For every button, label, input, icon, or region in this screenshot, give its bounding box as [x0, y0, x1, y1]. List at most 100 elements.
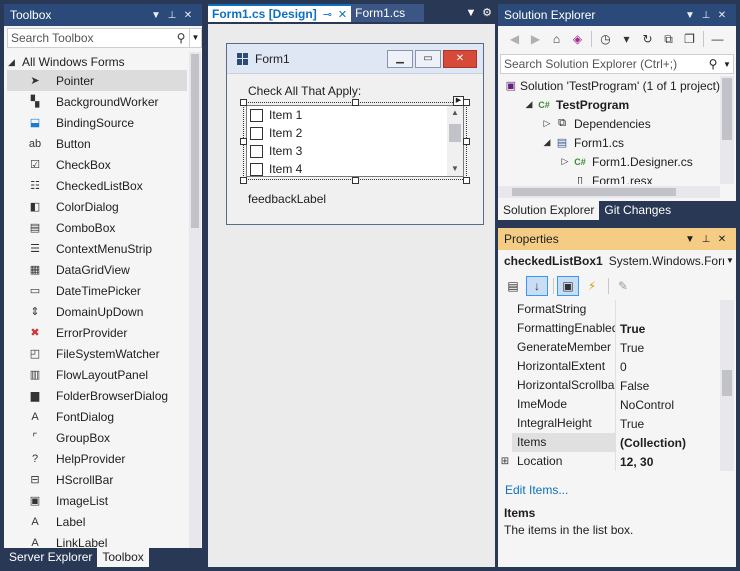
pin-icon[interactable]: ⊥ — [164, 10, 180, 21]
toolbox-item-imagelist[interactable]: ▣ ImageList — [7, 490, 187, 511]
resize-handle[interactable] — [352, 99, 359, 106]
toolbox-item-pointer[interactable]: ➤ Pointer — [7, 70, 187, 91]
resize-handle[interactable] — [240, 99, 247, 106]
pending-changes-icon[interactable]: ◷ — [595, 32, 616, 46]
resize-handle[interactable] — [463, 99, 470, 106]
properties-icon[interactable]: — — [707, 32, 728, 46]
tree-item[interactable]: ▷ ⧉ Dependencies — [498, 114, 720, 133]
form1-window[interactable]: Form1 ▁ ▭ ✕ Check All That Apply: Item 1… — [226, 43, 484, 225]
property-value[interactable]: 0 — [616, 360, 720, 374]
close-icon[interactable]: ✕ — [714, 234, 730, 245]
toolbox-item-datetimepicker[interactable]: ▭ DateTimePicker — [7, 280, 187, 301]
tree-item[interactable]: ▯ Form1.resx — [498, 171, 720, 185]
chevron-down-icon[interactable]: ▼ — [189, 29, 201, 47]
toolbox-item-fontdialog[interactable]: A FontDialog — [7, 406, 187, 427]
property-pages-icon[interactable]: ✎ — [612, 276, 634, 296]
pin-icon[interactable]: ⊥ — [698, 10, 714, 21]
expand-arrow-icon[interactable]: ◢ — [540, 137, 554, 148]
toolbox-item-helpprovider[interactable]: ? HelpProvider — [7, 448, 187, 469]
toolbox-item-domainupdown[interactable]: ⇕ DomainUpDown — [7, 301, 187, 322]
toolbox-item-checkbox[interactable]: ☑ CheckBox — [7, 154, 187, 175]
tree-item[interactable]: ◢ ▤ Form1.cs — [498, 133, 720, 152]
minimize-icon[interactable]: ▁ — [387, 49, 413, 68]
chevron-down-icon[interactable]: ▼ — [721, 60, 733, 69]
property-row[interactable]: Items (Collection) — [498, 433, 720, 452]
resize-handle[interactable] — [240, 138, 247, 145]
pin-icon[interactable]: ⊥ — [698, 234, 714, 245]
dropdown-icon[interactable]: ▼ — [682, 10, 698, 21]
property-row[interactable]: IntegralHeight True — [498, 414, 720, 433]
toolbox-item-contextmenustrip[interactable]: ☰ ContextMenuStrip — [7, 238, 187, 259]
chevron-down-icon[interactable]: ▾ — [616, 32, 637, 46]
scrollbar-thumb[interactable] — [512, 188, 676, 196]
toolbox-item-folderbrowserdialog[interactable]: ▆ FolderBrowserDialog — [7, 385, 187, 406]
expand-arrow-icon[interactable]: ◢ — [522, 99, 536, 110]
check-all-label[interactable]: Check All That Apply: — [248, 84, 361, 98]
tree-item[interactable]: ▣ Solution 'TestProgram' (1 of 1 project) — [498, 76, 720, 95]
solution-scrollbar-vertical[interactable] — [720, 76, 734, 184]
tab-server-explorer[interactable]: Server Explorer — [4, 548, 97, 567]
property-row[interactable]: HorizontalExtent 0 — [498, 357, 720, 376]
tab-form1-design[interactable]: Form1.cs [Design] ⊸ ✕ — [208, 4, 352, 22]
property-row[interactable]: FormatString — [498, 300, 720, 319]
toolbox-item-backgroundworker[interactable]: ▚ BackgroundWorker — [7, 91, 187, 112]
gear-icon[interactable]: ⚙ — [479, 4, 495, 22]
property-row[interactable]: ⊞ Location 12, 30 — [498, 452, 720, 471]
search-icon[interactable]: ⚲ — [173, 31, 189, 45]
back-icon[interactable]: ◀ — [504, 32, 525, 46]
expand-arrow-icon[interactable]: ▷ — [540, 118, 554, 129]
toolbox-item-datagridview[interactable]: ▦ DataGridView — [7, 259, 187, 280]
property-value[interactable]: (Collection) — [616, 436, 720, 450]
property-value[interactable]: True — [616, 322, 720, 336]
alphabetical-icon[interactable]: ↓ — [526, 276, 548, 296]
scrollbar-thumb[interactable] — [722, 78, 732, 140]
pin-icon[interactable]: ⊸ — [323, 8, 332, 21]
close-icon[interactable]: ✕ — [180, 10, 196, 21]
toolbox-scrollbar[interactable] — [189, 52, 201, 549]
dropdown-icon[interactable]: ▼ — [148, 10, 164, 21]
categorized-icon[interactable]: ▤ — [502, 276, 524, 296]
expand-icon[interactable]: ⊞ — [498, 456, 512, 467]
toolbox-item-colordialog[interactable]: ◧ ColorDialog — [7, 196, 187, 217]
property-row[interactable]: GenerateMember True — [498, 338, 720, 357]
property-value[interactable]: True — [616, 417, 720, 431]
scrollbar-thumb[interactable] — [191, 54, 199, 228]
toolbox-item-errorprovider[interactable]: ✖ ErrorProvider — [7, 322, 187, 343]
toolbox-item-groupbox[interactable]: ⌜ GroupBox — [7, 427, 187, 448]
forward-icon[interactable]: ▶ — [525, 32, 546, 46]
solution-search-input[interactable] — [501, 57, 705, 71]
properties-icon[interactable]: ▣ — [557, 276, 579, 296]
toolbox-item-label[interactable]: A Label — [7, 511, 187, 532]
toolbox-item-hscrollbar[interactable]: ⊟ HScrollBar — [7, 469, 187, 490]
home-icon[interactable]: ⌂ — [546, 32, 567, 46]
toolbox-item-button[interactable]: ab Button — [7, 133, 187, 154]
close-icon[interactable]: ✕ — [714, 10, 730, 21]
tree-item[interactable]: ▷ C# Form1.Designer.cs — [498, 152, 720, 171]
switch-views-icon[interactable]: ◈ — [567, 32, 588, 46]
tab-git-changes[interactable]: Git Changes — [599, 201, 676, 220]
edit-items-link[interactable]: Edit Items... — [505, 483, 568, 497]
toolbox-item-flowlayoutpanel[interactable]: ▥ FlowLayoutPanel — [7, 364, 187, 385]
toolbox-item-combobox[interactable]: ▤ ComboBox — [7, 217, 187, 238]
toolbox-group-header[interactable]: ◢ All Windows Forms — [8, 52, 125, 72]
resize-handle[interactable] — [463, 177, 470, 184]
solution-scrollbar-horizontal[interactable] — [498, 186, 720, 198]
toolbox-item-bindingsource[interactable]: ⬓ BindingSource — [7, 112, 187, 133]
chevron-down-icon[interactable]: ▼ — [724, 256, 736, 265]
property-row[interactable]: FormattingEnabled True — [498, 319, 720, 338]
smart-tag-icon[interactable]: ▶ — [453, 96, 464, 106]
properties-scrollbar[interactable] — [720, 300, 734, 471]
expand-arrow-icon[interactable]: ▷ — [558, 156, 572, 167]
property-value[interactable]: True — [616, 341, 720, 355]
feedback-label[interactable]: feedbackLabel — [248, 192, 326, 206]
tab-solution-explorer[interactable]: Solution Explorer — [498, 201, 600, 220]
toolbox-item-filesystemwatcher[interactable]: ◰ FileSystemWatcher — [7, 343, 187, 364]
sync-icon[interactable]: ↻ — [637, 32, 658, 46]
property-value[interactable]: NoControl — [616, 398, 720, 412]
form1-titlebar[interactable]: Form1 ▁ ▭ ✕ — [227, 44, 483, 74]
events-icon[interactable]: ⚡ — [581, 276, 603, 296]
property-row[interactable]: ImeMode NoControl — [498, 395, 720, 414]
tab-toolbox[interactable]: Toolbox — [97, 548, 149, 567]
object-selector[interactable]: checkedListBox1 System.Windows.Forms.Che… — [498, 250, 736, 271]
scrollbar-thumb[interactable] — [722, 370, 732, 396]
